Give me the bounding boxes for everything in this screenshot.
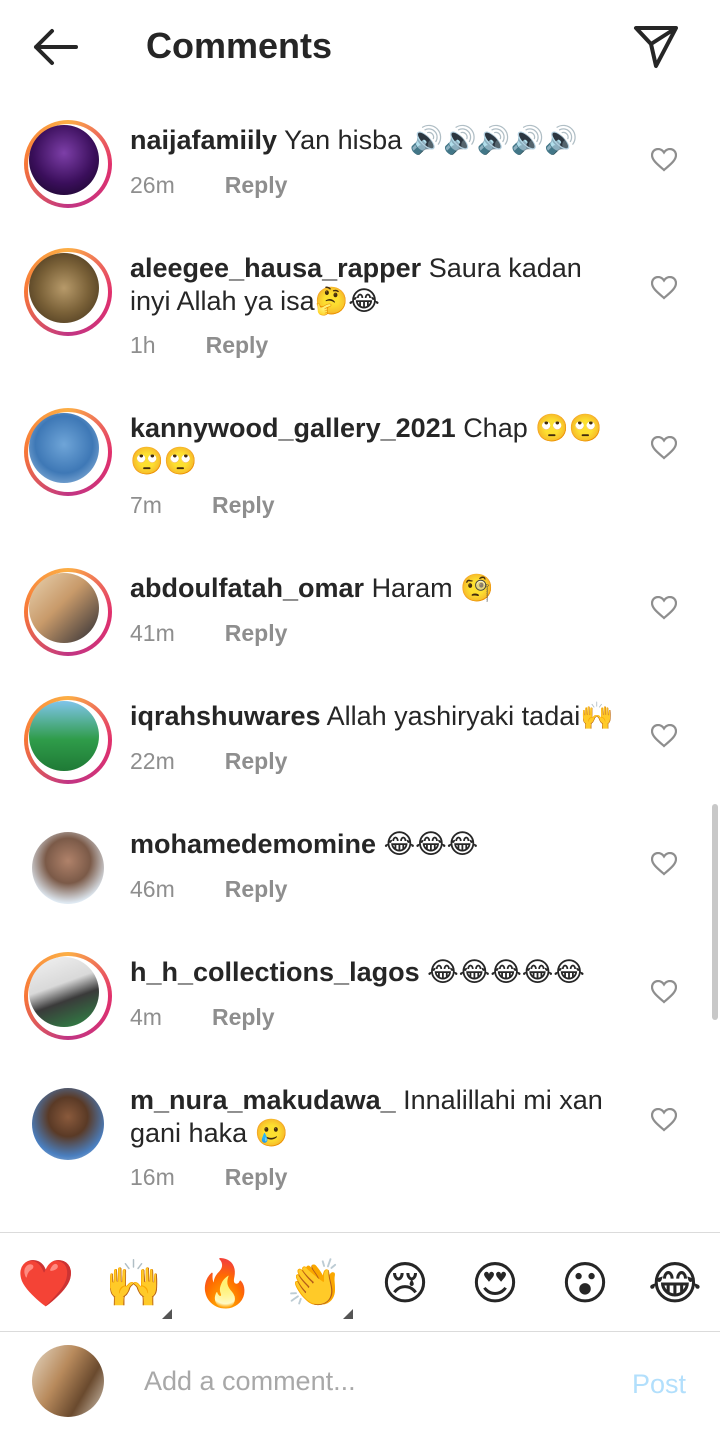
paper-plane-icon	[634, 26, 678, 68]
raising-hands-emoji-button[interactable]: 🙌	[104, 1253, 172, 1319]
comment-meta: 26m Reply	[130, 172, 287, 199]
comment-text: naijafamiily Yan hisba 🔊🔊🔊🔊🔊	[130, 124, 620, 157]
skin-tone-indicator-icon	[162, 1309, 172, 1319]
comment-meta: 7m Reply	[130, 492, 275, 519]
reply-button[interactable]: Reply	[225, 876, 288, 903]
heart-eyes-emoji-button[interactable]: 😍	[465, 1253, 525, 1313]
comment-username[interactable]: kannywood_gallery_2021	[130, 413, 456, 443]
avatar[interactable]	[24, 120, 112, 208]
post-button[interactable]: Post	[632, 1369, 686, 1400]
reply-button[interactable]: Reply	[225, 1164, 288, 1191]
avatar[interactable]	[24, 696, 112, 784]
avatar[interactable]	[24, 952, 112, 1040]
avatar[interactable]	[24, 568, 112, 656]
comment-text: kannywood_gallery_2021 Chap 🙄🙄🙄🙄	[130, 412, 620, 478]
comment-input[interactable]	[144, 1361, 604, 1401]
heart-icon[interactable]	[651, 148, 677, 172]
reply-button[interactable]: Reply	[212, 492, 275, 519]
comment-text: abdoulfatah_omar Haram 🧐	[130, 572, 620, 605]
raising-hands-emoji: 🙌	[105, 1257, 163, 1309]
scrollbar[interactable]	[712, 804, 718, 1020]
quick-reaction-bar: ❤️ 🙌 🔥 👏 😢 😍 😮 😂	[0, 1232, 720, 1332]
reply-button[interactable]: Reply	[225, 748, 288, 775]
comment-username[interactable]: aleegee_hausa_rapper	[130, 253, 421, 283]
comment-time: 1h	[130, 332, 156, 358]
comment-username[interactable]: h_h_collections_lagos	[130, 957, 420, 987]
share-button[interactable]	[630, 22, 682, 72]
crying-face-emoji-button[interactable]: 😢	[375, 1253, 435, 1313]
heart-icon[interactable]	[651, 276, 677, 300]
clapping-hands-emoji-button[interactable]: 👏	[285, 1253, 353, 1319]
comment-text: aleegee_hausa_rapper Saura kadan inyi Al…	[130, 252, 620, 318]
comment-body: Yan hisba 🔊🔊🔊🔊🔊	[284, 125, 578, 155]
heart-icon[interactable]	[651, 596, 677, 620]
comment-meta: 1h Reply	[130, 332, 268, 359]
heart-icon[interactable]	[651, 1108, 677, 1132]
comment-composer: Post	[0, 1331, 720, 1435]
comment-username[interactable]: abdoulfatah_omar	[130, 573, 364, 603]
comment-time: 26m	[130, 172, 175, 198]
heart-icon[interactable]	[651, 980, 677, 1004]
fire-emoji-button[interactable]: 🔥	[195, 1253, 255, 1313]
current-user-avatar	[32, 1345, 104, 1417]
comment-time: 7m	[130, 492, 162, 518]
comment-time: 22m	[130, 748, 175, 774]
reply-button[interactable]: Reply	[225, 172, 288, 199]
heart-icon[interactable]	[651, 436, 677, 460]
avatar[interactable]	[32, 1088, 104, 1160]
comment-body: 😂😂😂	[383, 829, 479, 859]
comment-body: 😂😂😂😂😂	[427, 957, 585, 987]
clapping-hands-emoji: 👏	[286, 1257, 344, 1309]
comment-time: 4m	[130, 1004, 162, 1030]
comment-text: mohamedemomine 😂😂😂	[130, 828, 620, 861]
reply-button[interactable]: Reply	[206, 332, 269, 359]
comment-time: 16m	[130, 1164, 175, 1190]
comment-meta: 16m Reply	[130, 1164, 287, 1191]
comment-meta: 22m Reply	[130, 748, 287, 775]
comment-username[interactable]: iqrahshuwares	[130, 701, 321, 731]
comment-text: m_nura_makudawa_ Innalillahi mi xan gani…	[130, 1084, 620, 1150]
comment-text: iqrahshuwares Allah yashiryaki tadai🙌	[130, 700, 620, 733]
avatar[interactable]	[32, 832, 104, 904]
comment-body: Haram 🧐	[371, 573, 494, 603]
heart-icon[interactable]	[651, 724, 677, 748]
comment-meta: 46m Reply	[130, 876, 287, 903]
heart-icon[interactable]	[651, 852, 677, 876]
comment-text: h_h_collections_lagos 😂😂😂😂😂	[130, 956, 620, 989]
tears-of-joy-emoji-button[interactable]: 😂	[645, 1253, 705, 1313]
comment-username[interactable]: naijafamiily	[130, 125, 277, 155]
back-button[interactable]	[30, 24, 82, 70]
surprised-face-emoji-button[interactable]: 😮	[555, 1253, 615, 1313]
comment-body: Allah yashiryaki tadai🙌	[326, 701, 614, 731]
header-bar: Comments	[0, 0, 720, 96]
reply-button[interactable]: Reply	[225, 620, 288, 647]
reply-button[interactable]: Reply	[212, 1004, 275, 1031]
comment-time: 41m	[130, 620, 175, 646]
skin-tone-indicator-icon	[343, 1309, 353, 1319]
avatar[interactable]	[24, 408, 112, 496]
comment-username[interactable]: mohamedemomine	[130, 829, 376, 859]
comment-username[interactable]: m_nura_makudawa_	[130, 1085, 396, 1115]
comment-meta: 41m Reply	[130, 620, 287, 647]
comment-meta: 4m Reply	[130, 1004, 275, 1031]
page-title: Comments	[146, 25, 333, 66]
arrow-left-icon	[34, 29, 78, 65]
comment-time: 46m	[130, 876, 175, 902]
red-heart-emoji-button[interactable]: ❤️	[16, 1253, 76, 1313]
avatar[interactable]	[24, 248, 112, 336]
